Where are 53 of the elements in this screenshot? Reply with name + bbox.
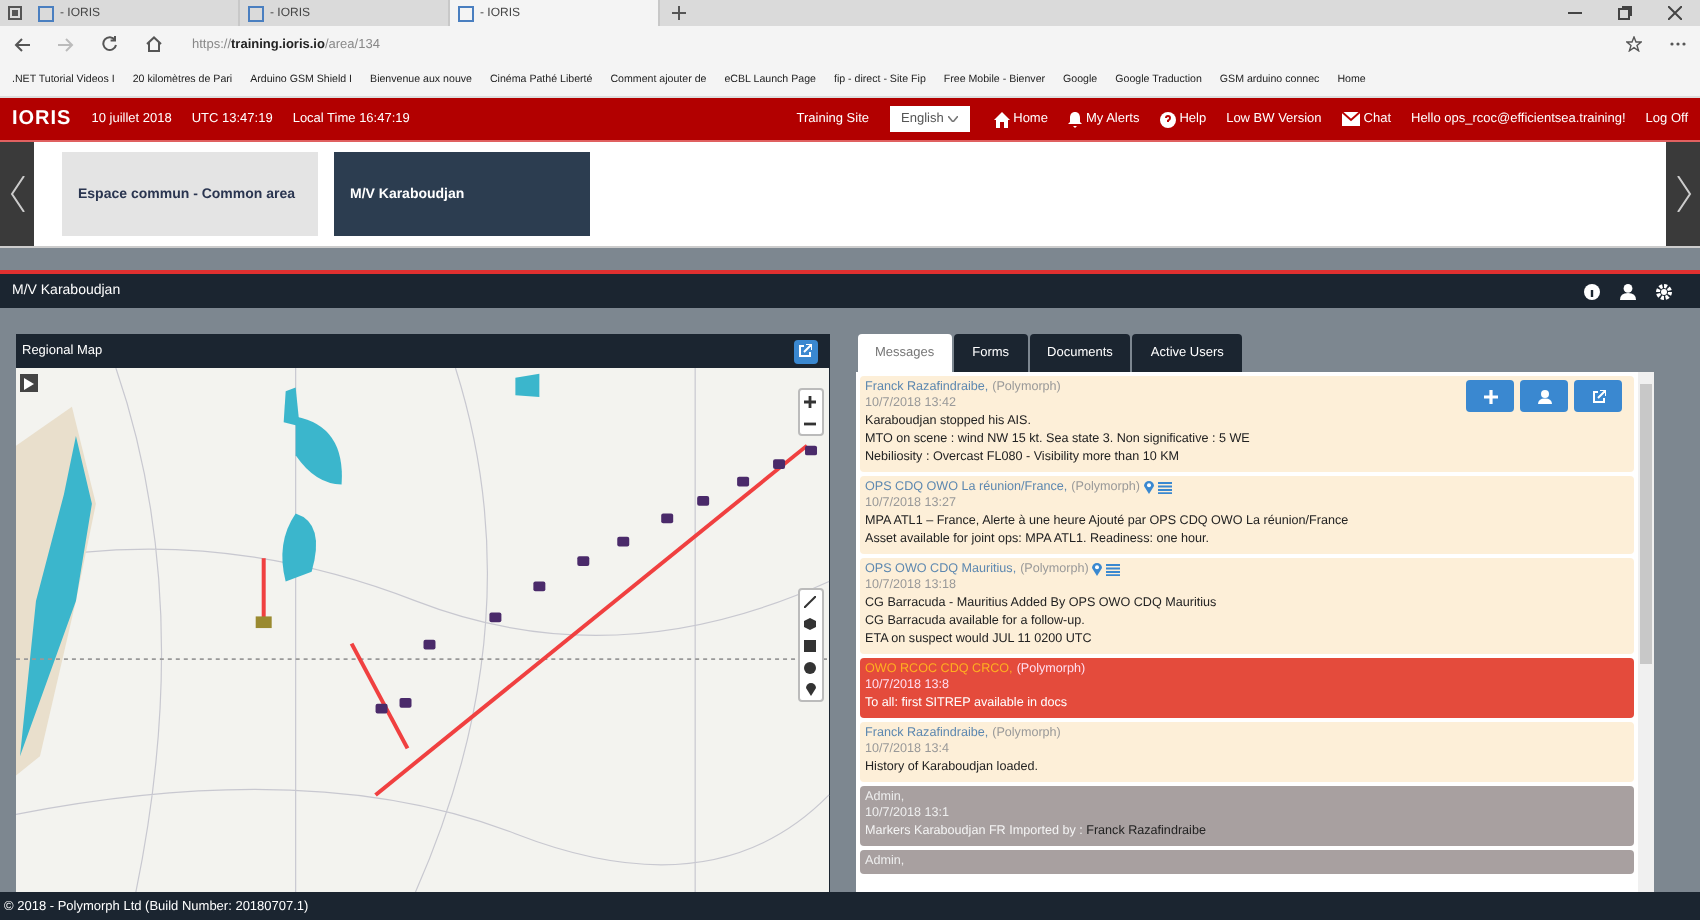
pin-icon <box>805 682 815 696</box>
popout-button[interactable] <box>793 339 817 363</box>
home-icon <box>993 111 1010 127</box>
sidebar-toggle-button[interactable] <box>20 374 38 392</box>
draw-rectangle-button[interactable] <box>799 634 821 656</box>
next-button[interactable] <box>1666 142 1700 246</box>
square-icon <box>804 639 816 651</box>
vessel-marker[interactable] <box>423 639 436 650</box>
vessel-marker[interactable] <box>375 703 388 714</box>
pin-icon[interactable] <box>1092 562 1103 576</box>
track-line[interactable] <box>261 558 266 621</box>
list-icon[interactable] <box>1106 563 1121 575</box>
vessel-marker[interactable] <box>805 445 817 456</box>
line-icon <box>804 595 816 607</box>
draw-circle-button[interactable] <box>799 656 821 678</box>
chevron-right-icon <box>24 377 34 389</box>
vessel-marker[interactable] <box>489 612 502 623</box>
add-button[interactable] <box>1466 380 1515 412</box>
help-icon <box>1159 111 1176 127</box>
vessel-marker[interactable] <box>661 513 674 524</box>
vessel-marker[interactable] <box>697 496 710 506</box>
draw-polygon-button[interactable] <box>799 612 821 634</box>
vessel-marker[interactable] <box>617 536 630 547</box>
vessel-marker[interactable] <box>533 581 546 592</box>
vessel-marker[interactable] <box>399 697 412 708</box>
external-link-icon <box>1591 389 1606 403</box>
logo[interactable]: IORIS <box>12 108 72 130</box>
track-line[interactable] <box>349 642 410 750</box>
chevron-left-icon <box>9 176 25 212</box>
previous-button[interactable] <box>0 142 34 246</box>
zoom-in-button[interactable] <box>799 390 821 412</box>
user-icon[interactable] <box>1620 283 1636 299</box>
info-icon[interactable] <box>1584 283 1600 299</box>
bell-icon <box>1067 111 1082 127</box>
draw-line-button[interactable] <box>799 590 821 612</box>
circle-icon <box>804 661 816 673</box>
mail-icon <box>1341 112 1360 126</box>
list-icon[interactable] <box>1157 481 1172 493</box>
vessel-marker[interactable] <box>737 476 750 487</box>
user-icon <box>1537 389 1552 403</box>
settings-icon[interactable] <box>1656 283 1672 299</box>
track-line[interactable] <box>374 444 809 797</box>
pin-icon[interactable] <box>1143 480 1154 494</box>
minus-icon <box>804 421 816 425</box>
vessel-marker[interactable] <box>577 556 590 566</box>
hexagon-icon <box>804 617 816 629</box>
external-link-icon <box>798 344 812 358</box>
plus-icon <box>804 395 816 407</box>
user-filter-button[interactable] <box>1520 380 1569 412</box>
caret-icon <box>947 116 958 122</box>
plus-icon <box>1483 389 1498 403</box>
chevron-right-icon <box>1675 176 1691 212</box>
vessel-marker[interactable] <box>773 459 786 469</box>
